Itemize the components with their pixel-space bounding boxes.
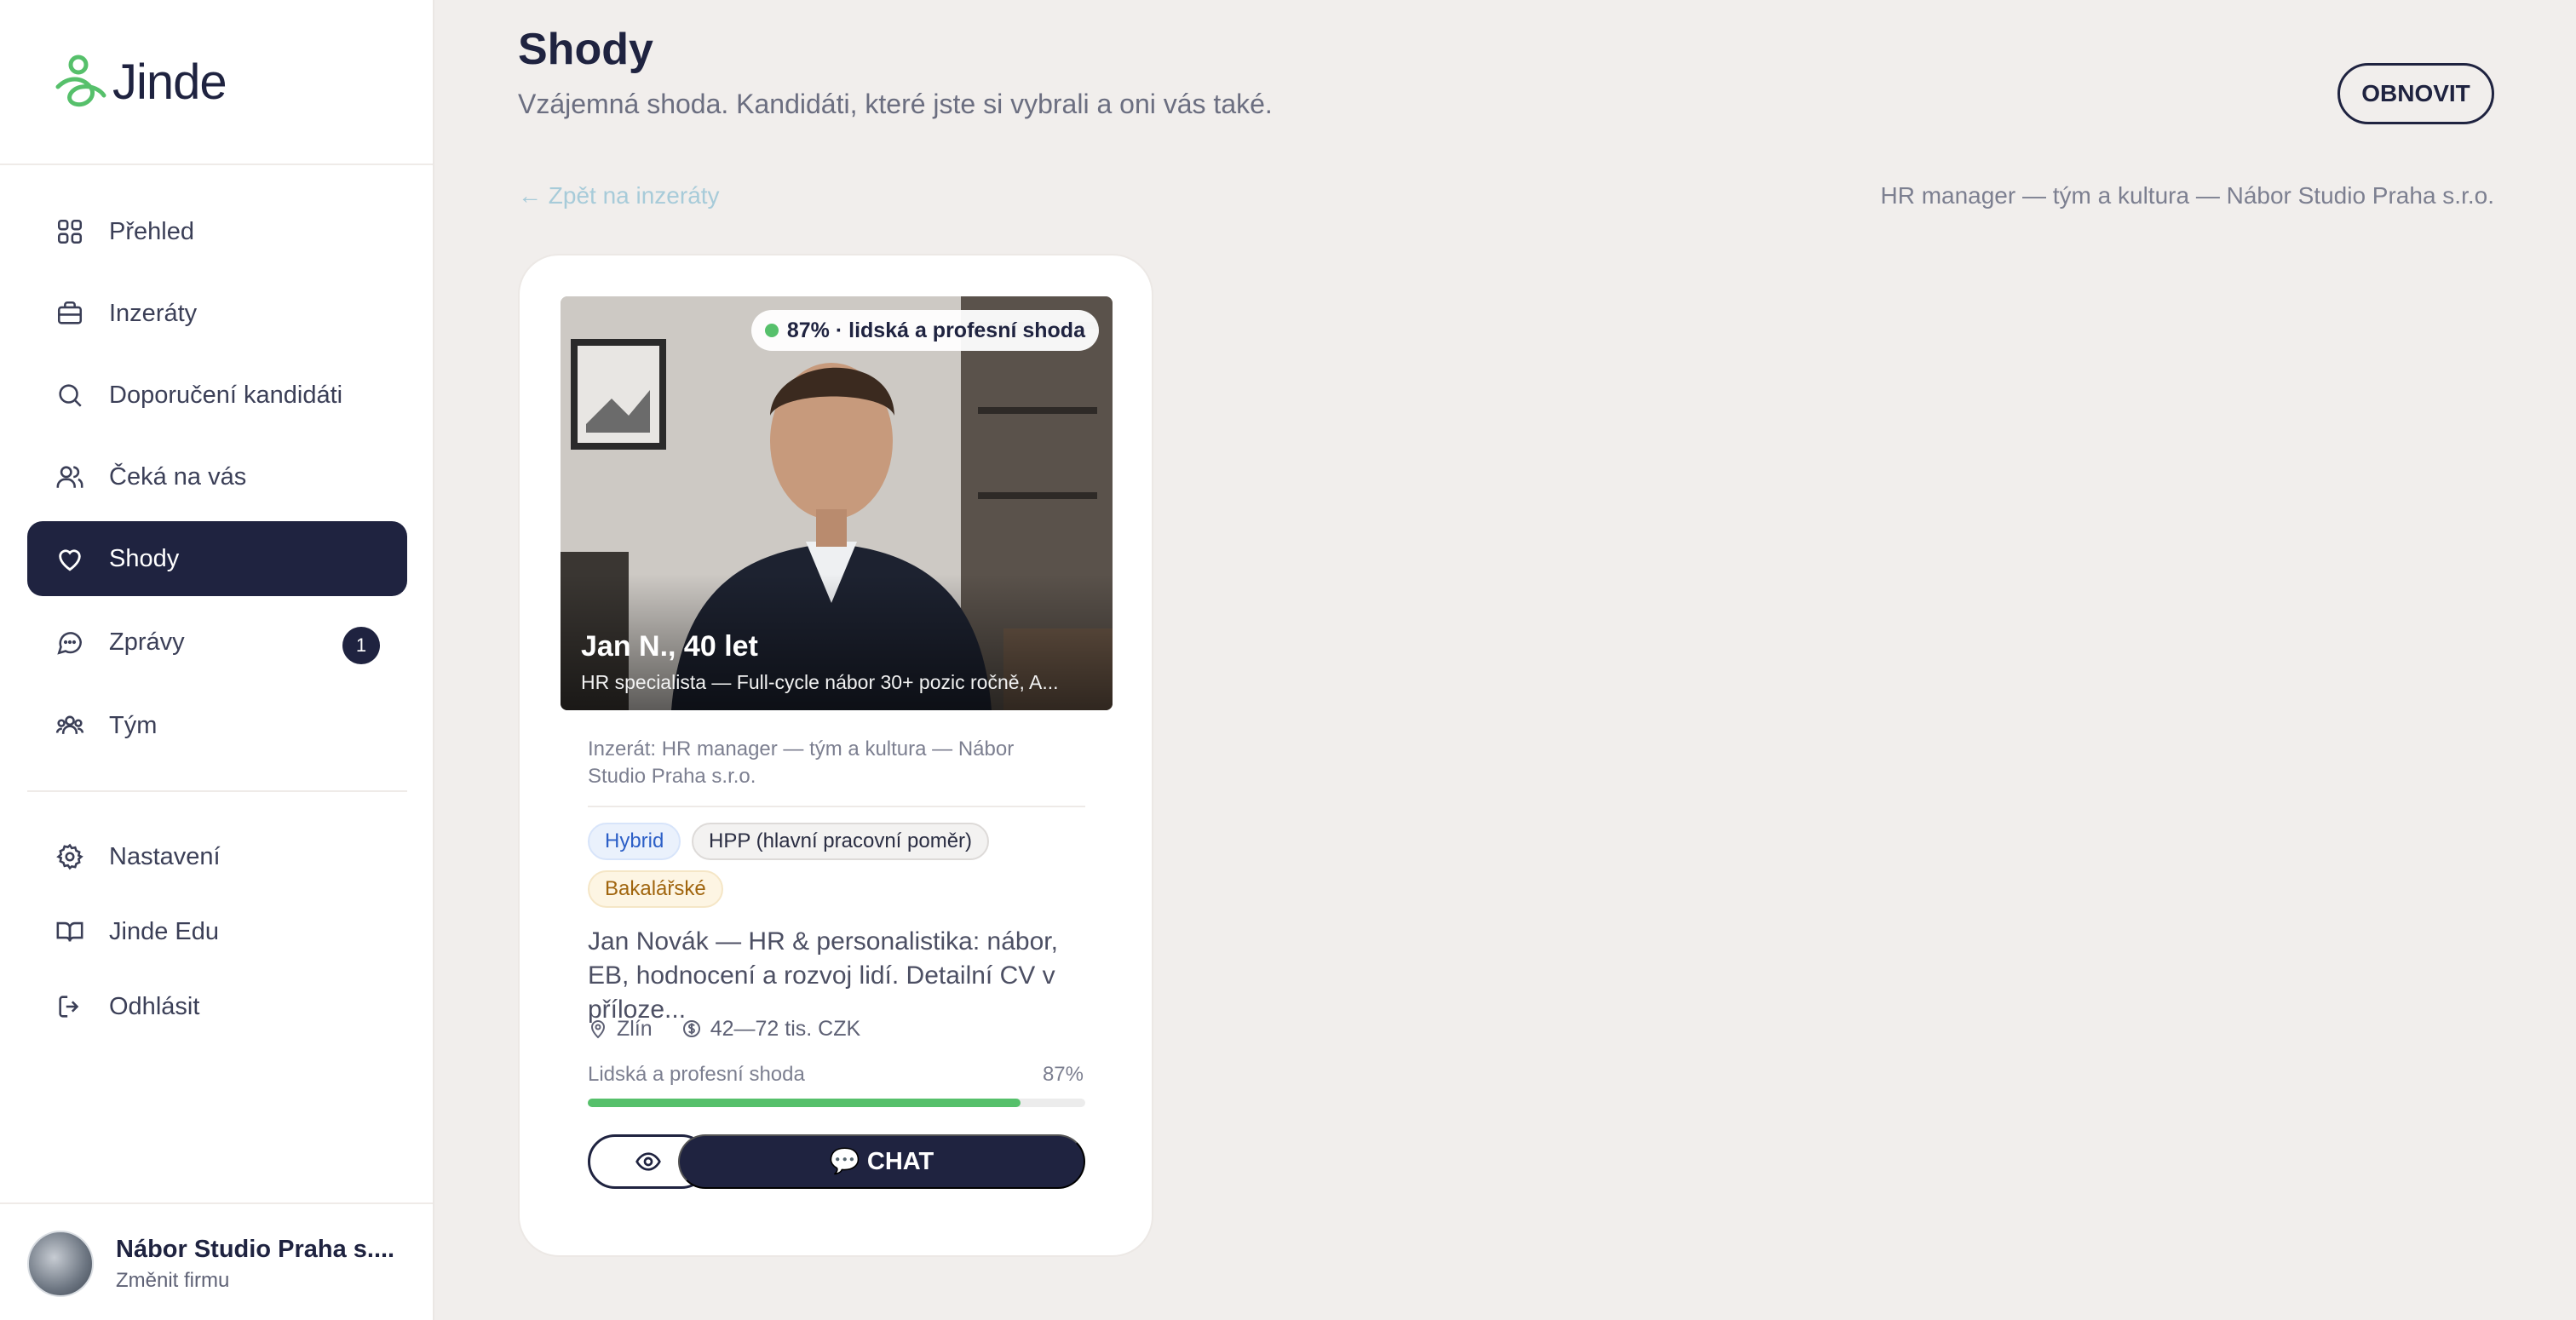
sidebar-item-zpravy[interactable]: Zprávy 1	[27, 605, 407, 680]
score-label: Lidská a profesní shoda	[588, 1063, 805, 1086]
sidebar-item-label: Jinde Edu	[109, 917, 219, 945]
sidebar-item-label: Nastavení	[109, 842, 221, 870]
briefcase-icon	[55, 298, 85, 329]
sidebar-item-label: Čeká na vás	[109, 462, 247, 491]
sidebar-item-prehled[interactable]: Přehled	[27, 194, 407, 269]
score-bar	[588, 1099, 1085, 1107]
tag-education: Bakalářské	[588, 870, 723, 908]
candidate-headline: HR specialista — Full-cycle nábor 30+ po…	[581, 671, 1059, 693]
page-subtitle: Vzájemná shoda. Kandidáti, které jste si…	[518, 89, 1273, 119]
location-text: Zlín	[617, 1016, 653, 1041]
sidebar-item-label: Tým	[109, 711, 158, 739]
sidebar-item-label: Shody	[109, 544, 180, 572]
sidebar: Jinde Přehled Inzeráty Doporučení kandid…	[0, 0, 434, 1320]
sidebar-item-jinde-edu[interactable]: Jinde Edu	[27, 894, 407, 969]
sidebar-item-tym[interactable]: Tým	[27, 688, 407, 763]
match-badge-label: 87% · lidská a profesní shoda	[786, 318, 1085, 342]
eye-icon	[635, 1152, 661, 1171]
sidebar-item-odhlasit[interactable]: Odhlásit	[27, 969, 407, 1044]
page-title: Shody	[518, 25, 653, 74]
grid-icon	[55, 216, 85, 247]
gear-icon	[55, 841, 85, 872]
users-icon	[55, 462, 85, 492]
sidebar-item-label: Doporučení kandidáti	[109, 381, 343, 409]
company-switcher[interactable]: Nábor Studio Praha s.... Změnit firmu	[27, 1230, 411, 1298]
sidebar-item-shody[interactable]: Shody	[27, 521, 407, 596]
sidebar-item-inzeraty[interactable]: Inzeráty	[27, 276, 407, 351]
logo-mark-icon	[55, 55, 106, 107]
change-company-link[interactable]: Změnit firmu	[116, 1269, 394, 1293]
candidate-card: 87% · lidská a profesní shoda Jan N., 40…	[518, 254, 1153, 1257]
status-dot-icon	[764, 324, 779, 337]
divider	[588, 806, 1085, 807]
score-bar-fill	[588, 1099, 1021, 1107]
sidebar-item-label: Inzeráty	[109, 299, 198, 327]
sidebar-item-nastaveni[interactable]: Nastavení	[27, 819, 407, 894]
location-pin-icon	[590, 1020, 606, 1039]
book-icon	[55, 916, 85, 947]
score-value: 87%	[1042, 1063, 1084, 1086]
team-icon	[55, 710, 85, 741]
logo-text: Jinde	[112, 54, 227, 110]
company-name: Nábor Studio Praha s....	[116, 1235, 395, 1263]
back-to-listings-link[interactable]: ← Zpět na inzeráty	[518, 182, 720, 209]
tag-work-mode: Hybrid	[588, 823, 681, 860]
refresh-button[interactable]: OBNOVIT	[2337, 63, 2494, 124]
sidebar-item-label: Přehled	[109, 217, 194, 245]
sidebar-item-ceka-na-vas[interactable]: Čeká na vás	[27, 439, 407, 514]
location: Zlín	[588, 1017, 653, 1042]
chat-button[interactable]: 💬 CHAT	[678, 1134, 1085, 1189]
listing-reference: Inzerát: HR manager — tým a kultura — Ná…	[588, 737, 1015, 788]
currency-icon	[682, 1020, 700, 1037]
candidate-meta: Zlín 42—72 tis. CZK	[588, 1013, 889, 1044]
sidebar-item-label: Zprávy	[109, 628, 185, 656]
candidate-name: Jan N., 40 let	[581, 630, 758, 663]
match-badge: 87% · lidská a profesní shoda	[750, 310, 1099, 351]
logo[interactable]: Jinde	[53, 51, 227, 112]
sidebar-item-doporuceni[interactable]: Doporučení kandidáti	[27, 358, 407, 433]
divider	[0, 164, 433, 165]
salary-text: 42—72 tis. CZK	[710, 1016, 861, 1041]
candidate-description: Jan Novák — HR & personalistika: nábor, …	[588, 927, 1058, 1024]
sidebar-item-label: Odhlásit	[109, 992, 200, 1020]
tag-contract-type: HPP (hlavní pracovní poměr)	[692, 823, 990, 860]
company-avatar	[27, 1231, 94, 1297]
chat-bubble-icon	[55, 627, 85, 657]
search-icon	[55, 380, 85, 410]
divider	[0, 1202, 433, 1204]
candidate-photo[interactable]: 87% · lidská a profesní shoda Jan N., 40…	[561, 296, 1113, 710]
job-context: HR manager — tým a kultura — Nábor Studi…	[1880, 182, 2494, 209]
divider	[27, 790, 407, 792]
unread-badge: 1	[342, 627, 380, 664]
salary: 42—72 tis. CZK	[681, 1017, 860, 1042]
logout-icon	[55, 991, 85, 1022]
heart-icon	[55, 543, 85, 574]
